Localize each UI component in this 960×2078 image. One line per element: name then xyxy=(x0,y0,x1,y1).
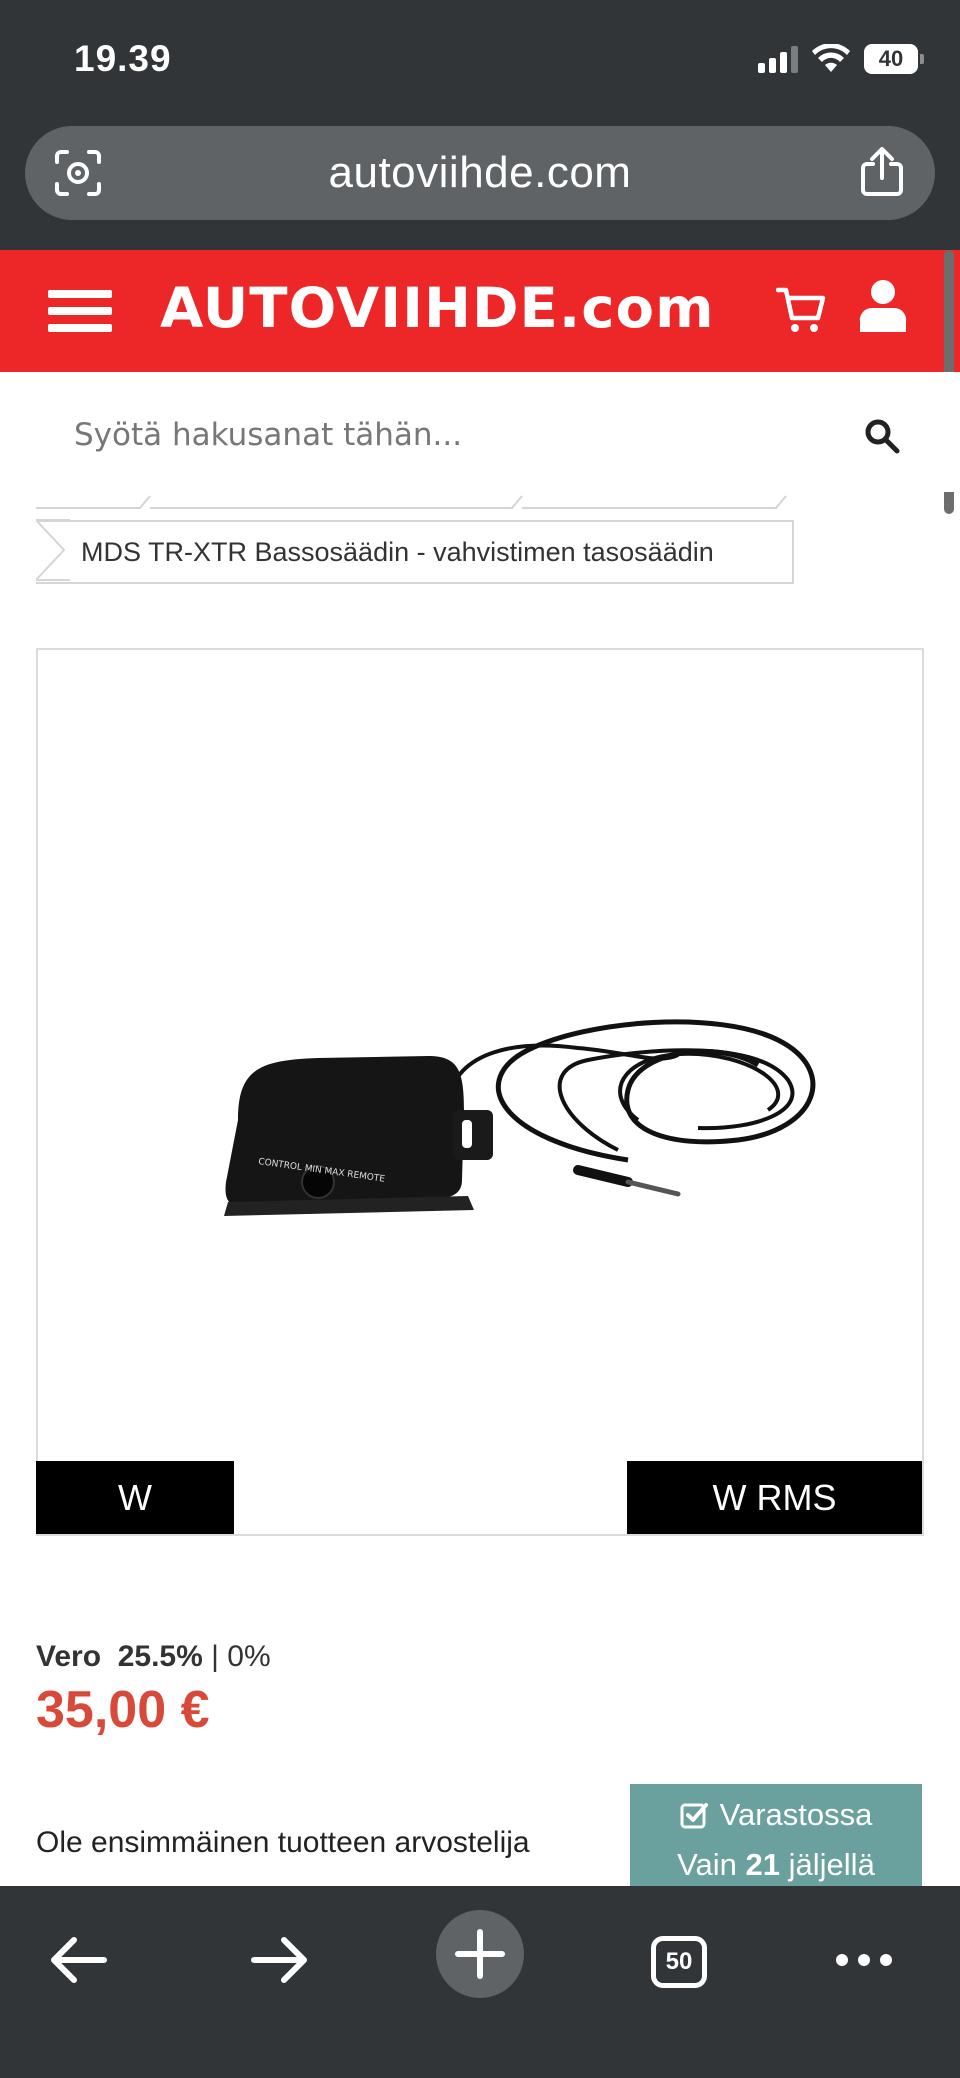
stock-label: Varastossa xyxy=(719,1797,873,1832)
stock-status: Varastossa Vain 21 jäljellä xyxy=(630,1784,922,1894)
tax-label: Vero xyxy=(36,1640,102,1673)
new-tab-button[interactable] xyxy=(436,1910,524,1998)
search-icon[interactable] xyxy=(864,418,900,454)
check-icon xyxy=(680,1803,708,1829)
forward-icon xyxy=(251,1937,307,1983)
tax-value[interactable]: 25.5% xyxy=(118,1640,203,1673)
browser-address-area: autoviihde.com xyxy=(0,118,960,250)
more-button[interactable] xyxy=(824,1920,904,2000)
breadcrumb-arrow xyxy=(36,519,70,581)
product-image[interactable]: CONTROL MIN MAX REMOTE xyxy=(36,648,924,1536)
status-icons: 40 xyxy=(758,42,924,76)
status-bar: 19.39 40 xyxy=(0,0,960,118)
camera-search-icon[interactable] xyxy=(53,148,103,198)
more-icon xyxy=(836,1954,892,1966)
rms-badge: W RMS xyxy=(627,1461,922,1534)
breadcrumb-previous[interactable] xyxy=(36,492,796,512)
site-header: AUTOVIIHDE.com xyxy=(0,250,960,372)
wifi-icon xyxy=(812,44,850,72)
back-button[interactable] xyxy=(38,1920,118,2000)
tabs-icon[interactable]: 50 xyxy=(651,1936,707,1988)
tax-info: Vero 25.5% | 0% xyxy=(36,1640,271,1674)
address-bar[interactable]: autoviihde.com xyxy=(25,126,935,220)
status-time: 19.39 xyxy=(74,38,172,79)
stock-count: 21 xyxy=(745,1847,781,1882)
stock-count-line: Vain 21 jäljellä xyxy=(677,1847,875,1882)
browser-toolbar: 50 xyxy=(0,1886,960,2078)
user-icon[interactable] xyxy=(858,278,908,334)
first-review-link[interactable]: Ole ensimmäinen tuotteen arvostelija xyxy=(36,1826,530,1860)
site-logo[interactable]: AUTOVIIHDE.com xyxy=(160,276,715,340)
hamburger-icon[interactable] xyxy=(48,290,112,332)
forward-button[interactable] xyxy=(240,1920,320,2000)
url-text[interactable]: autoviihde.com xyxy=(329,148,632,198)
power-badge: W xyxy=(36,1461,234,1534)
search-bar xyxy=(0,372,960,492)
search-input[interactable] xyxy=(72,410,836,460)
bass-remote-image: CONTROL MIN MAX REMOTE xyxy=(224,1019,816,1216)
battery-icon: 40 xyxy=(864,44,924,74)
share-icon[interactable] xyxy=(857,146,907,198)
tax-alt[interactable]: | 0% xyxy=(211,1640,271,1673)
breadcrumb: MDS TR-XTR Bassosäädin - vahvistimen tas… xyxy=(36,520,794,584)
breadcrumb-current: MDS TR-XTR Bassosäädin - vahvistimen tas… xyxy=(81,536,714,567)
signal-icon xyxy=(758,45,798,73)
plus-icon xyxy=(455,1929,505,1979)
cart-icon[interactable] xyxy=(776,284,826,336)
product-price: 35,00 € xyxy=(36,1681,210,1739)
back-icon xyxy=(51,1937,107,1983)
